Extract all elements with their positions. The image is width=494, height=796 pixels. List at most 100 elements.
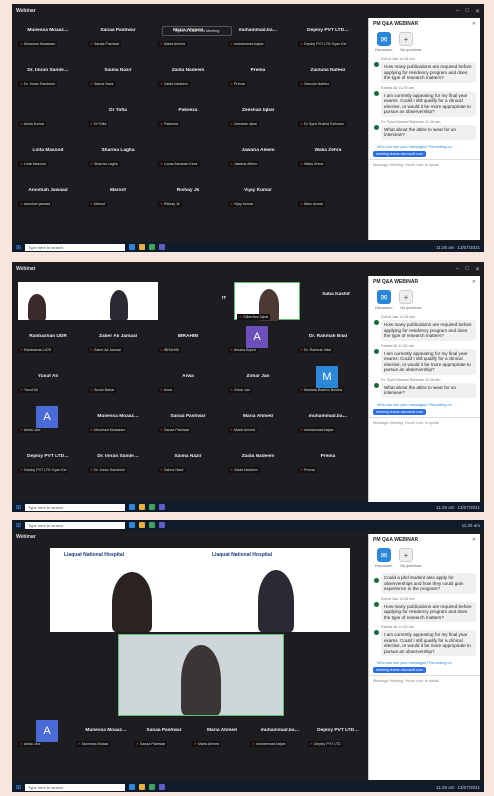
discussion-tab-icon[interactable]: ✉ <box>377 32 391 46</box>
teams-icon[interactable] <box>159 522 166 528</box>
folder-icon[interactable] <box>139 244 146 250</box>
participant-tile[interactable]: Linta Masood Linta Masood <box>16 140 80 168</box>
participant-tile[interactable]: Jawaria Aleem Jawaria Aleem <box>226 140 290 168</box>
participant-tile[interactable]: Maria Ahmed Maria Ahmed <box>226 406 290 434</box>
edge-icon[interactable] <box>129 784 136 790</box>
participant-tile[interactable]: Aisha JaniA <box>16 720 80 748</box>
participant-tile[interactable]: Dr. Imran Sande… Dr. Imran Sandeelo <box>16 60 80 88</box>
participant-tile[interactable]: Rishay Jk Rishay Jk <box>156 180 220 208</box>
participant-tile[interactable]: muhammad.ba… muhammad.bajwa <box>296 406 360 434</box>
participant-tile[interactable]: Sanaa Pashwar Sanaa Pashwar <box>86 20 150 48</box>
windows-start-icon[interactable]: ⊞ <box>16 784 21 791</box>
tab-my-questions[interactable]: My questions <box>400 48 421 52</box>
participant-tile[interactable]: Munessa Moaaz… Munessa Moaazam <box>86 406 150 434</box>
participant-tile[interactable]: Ranbaxhan UDR Ranbaxhan UDR <box>16 326 80 354</box>
tab-my-questions[interactable]: My questions <box>400 306 421 310</box>
participant-tile[interactable]: Zainulia Nafeez Zainulia Nafeez <box>296 60 360 88</box>
participant-tile[interactable]: Dr. Rahmah Bilal Dr. Rahmah Bilal <box>296 326 360 354</box>
windows-start-icon[interactable]: ⊞ <box>16 504 21 511</box>
minimize-icon[interactable]: – <box>456 266 459 273</box>
participant-tile[interactable]: Sanaa Pashwar Sanaa Pashwar <box>156 406 220 434</box>
teams-icon[interactable] <box>159 784 166 790</box>
maximize-icon[interactable]: □ <box>465 8 469 15</box>
participant-tile[interactable]: Walia Zehra Walia Zehra <box>296 140 360 168</box>
teams-icon[interactable] <box>159 504 166 510</box>
reply-note[interactable]: Who can see your messages? Recording on <box>377 403 480 407</box>
participant-tile[interactable]: Zaida Nadeem Zaida Nadeem <box>226 446 290 474</box>
participant-tile[interactable]: Saima Nazir Saima Nazir <box>86 60 150 88</box>
participant-tile[interactable]: Munessa Moaaz… Munessa Moaazam <box>16 20 80 48</box>
folder-icon[interactable] <box>139 522 146 528</box>
participant-tile[interactable]: Surah Bahar <box>86 366 150 394</box>
participant-tile[interactable]: Dr Syed Shahid Rahman <box>296 100 360 128</box>
participant-tile[interactable]: muhammad.ba… muhammad.bajwa <box>248 720 312 748</box>
message-compose-field[interactable]: Message Meeting. Hover over to speak <box>369 158 480 170</box>
close-icon[interactable]: ✕ <box>475 8 480 15</box>
participant-tile[interactable]: Dr. Imran Sande… Dr. Imran Sandeelo <box>86 446 150 474</box>
message-compose-field[interactable]: Message Meeting. Hover over to speak <box>369 675 480 686</box>
my-questions-tab-icon[interactable]: + <box>399 290 413 304</box>
participant-tile[interactable]: Pakeeza Pakeeza <box>156 100 220 128</box>
app-icon[interactable] <box>149 784 156 790</box>
participant-tile[interactable]: Akhia JaniA <box>16 406 80 434</box>
discussion-tab-icon[interactable]: ✉ <box>377 548 391 562</box>
window-controls[interactable]: – □ ✕ <box>456 266 480 273</box>
folder-icon[interactable] <box>139 784 146 790</box>
participant-tile[interactable]: Marz Anwar <box>296 180 360 208</box>
my-questions-tab-icon[interactable]: + <box>399 548 413 562</box>
meeting-link[interactable]: meeting.teams.microsoft.com <box>373 408 426 415</box>
participant-tile[interactable]: Arwa Arwa <box>156 366 220 394</box>
participant-tile[interactable]: Zeeshan Iqbal Zeeshan Iqbal <box>226 100 290 128</box>
participant-tile[interactable]: Prema Prema <box>296 446 360 474</box>
participant-tile[interactable]: Sharma Lagha Sharma Lagha <box>86 140 150 168</box>
participant-tile[interactable]: Aisha Kumar <box>16 100 80 128</box>
active-speaker-tile[interactable] <box>118 634 284 716</box>
participant-tile[interactable]: Lucas Ashaoko Keez <box>156 140 220 168</box>
app-icon[interactable] <box>149 244 156 250</box>
close-icon[interactable]: ✕ <box>472 537 476 543</box>
participant-tile[interactable]: muhammad.ba… muhammad.bajwa <box>226 20 290 48</box>
taskbar-search[interactable]: Type here to search <box>25 503 126 511</box>
participant-tile[interactable]: Munessa Moaaz… Munessa Moaaz <box>74 720 138 748</box>
maximize-icon[interactable]: □ <box>465 266 469 273</box>
teams-icon[interactable] <box>159 244 166 250</box>
participant-tile[interactable]: Saima Nazir Saima Nazir <box>156 446 220 474</box>
edge-icon[interactable] <box>129 244 136 250</box>
active-speaker-tile[interactable]: Gilbertson Iqbal <box>234 282 300 321</box>
participant-tile[interactable]: Deploy PVT LTD… Deploy PVT LTD Gyan Kei <box>296 20 360 48</box>
message-compose-field[interactable]: Message Meeting. Hover over to speak <box>369 416 480 428</box>
taskbar-search[interactable]: Type here to search <box>25 521 126 529</box>
app-icon[interactable] <box>149 522 156 528</box>
tab-discussion[interactable]: Discussion <box>375 48 392 52</box>
minimize-icon[interactable]: – <box>456 8 459 15</box>
edge-icon[interactable] <box>129 504 136 510</box>
window-controls[interactable]: – □ ✕ <box>456 8 480 15</box>
participant-tile[interactable]: Deploy PVT LTD… Deploy PVT LTD Gyan Kei <box>16 446 80 474</box>
tab-my-questions[interactable]: My questions <box>400 564 421 568</box>
participant-tile[interactable]: Amaria AnjumA <box>226 326 290 354</box>
participant-tile[interactable]: IBRAHIM IBRAHIM <box>156 326 220 354</box>
participant-tile[interactable]: Zaida Nadeem Zaida Nadeem <box>156 60 220 88</box>
participant-tile[interactable]: Zaber Ali Jamaal Zaber Ali Jamaal <box>86 326 150 354</box>
participant-tile[interactable]: Sanaa Pashwar Sanaa Pashwar <box>132 720 196 748</box>
participant-tile[interactable]: Maroof Maroof <box>86 180 150 208</box>
my-questions-tab-icon[interactable]: + <box>399 32 413 46</box>
meeting-link[interactable]: meeting.teams.microsoft.com <box>373 150 426 157</box>
app-icon[interactable] <box>149 504 156 510</box>
close-icon[interactable]: ✕ <box>472 21 476 27</box>
discussion-tab-icon[interactable]: ✉ <box>377 290 391 304</box>
participant-tile[interactable]: Vijay Kumar Vijay Kumar <box>226 180 290 208</box>
edge-icon[interactable] <box>129 522 136 528</box>
participant-tile[interactable]: Anoshah Jawaad anoshah.jawaad <box>16 180 80 208</box>
participant-tile[interactable]: Prema Prema <box>226 60 290 88</box>
windows-start-icon[interactable]: ⊞ <box>16 522 21 529</box>
taskbar-search[interactable]: Type here to search <box>25 243 126 251</box>
participant-tile[interactable]: Saba Kashif <box>304 284 368 312</box>
windows-start-icon[interactable]: ⊞ <box>16 244 21 251</box>
meeting-link[interactable]: meeting.teams.microsoft.com <box>373 667 426 673</box>
participant-tile[interactable]: Dr Tofla Dr Tofla <box>86 100 150 128</box>
folder-icon[interactable] <box>139 504 146 510</box>
reply-note[interactable]: Who can see your messages? Recording on <box>377 145 480 149</box>
participant-tile[interactable]: Mustafa Baahlul BulahaM <box>296 366 360 394</box>
close-icon[interactable]: ✕ <box>472 279 476 285</box>
